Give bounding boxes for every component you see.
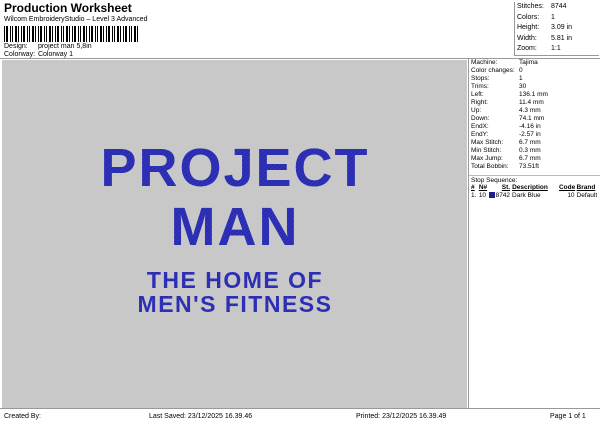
- row-needle: 10: [478, 192, 487, 199]
- design-label: Design:: [4, 43, 28, 50]
- row-stitches: 8742: [495, 192, 511, 199]
- machine-info-value: 4.3 mm: [519, 107, 541, 114]
- stat-value: 1: [551, 13, 555, 21]
- header-description: Description: [512, 184, 548, 191]
- machine-info-label: Stops:: [471, 75, 490, 82]
- machine-info-value: 136.1 mm: [519, 91, 548, 98]
- machine-info-label: Max Stitch:: [471, 139, 504, 146]
- header-needle: N#: [478, 184, 488, 191]
- barcode-image: [4, 26, 138, 42]
- machine-info-value: -2.57 in: [519, 131, 541, 138]
- machine-info-label: Min Stitch:: [471, 147, 502, 154]
- machine-info-row: Max Jump: 6.7 mm: [469, 155, 600, 163]
- machine-info-value: 11.4 mm: [519, 99, 544, 106]
- header-stitches: St.: [501, 184, 511, 191]
- last-saved: Last Saved: 23/12/2025 16.39.46: [149, 413, 253, 420]
- design-text-line-4: MEN'S FITNESS: [138, 291, 333, 317]
- footer-bar: Created By: Last Saved: 23/12/2025 16.39…: [0, 408, 600, 425]
- stat-label: Stitches:: [517, 3, 544, 10]
- machine-info-label: Right:: [471, 99, 488, 106]
- design-text-line-1: PROJECT: [100, 138, 369, 198]
- machine-info-label: Left:: [471, 91, 484, 98]
- machine-info-label: Down:: [471, 115, 490, 122]
- design-stats-panel: Stitches: 8744 Colors: 1 Height: 3.09 in Wi…: [514, 2, 599, 56]
- machine-info-row: EndX: -4.16 in: [469, 123, 600, 131]
- machine-info-value: Tajima: [519, 59, 538, 66]
- machine-info-row: Left: 136.1 mm: [469, 91, 600, 99]
- stats-row: Height: 3.09 in: [515, 23, 599, 34]
- machine-info-value: 73.51ft: [519, 163, 539, 170]
- machine-info-value: 30: [519, 83, 527, 90]
- machine-info-row: EndY: -2.57 in: [469, 131, 600, 139]
- design-preview-canvas[interactable]: PROJECT MAN THE HOME OF MEN'S FITNESS: [2, 60, 467, 408]
- machine-info-row: Up: 4.3 mm: [469, 107, 600, 115]
- machine-info-label: EndX:: [471, 123, 489, 130]
- stat-value: 5.81 in: [551, 34, 573, 42]
- stat-label: Colors:: [517, 13, 540, 21]
- machine-info-value: -4.16 in: [519, 123, 541, 130]
- header-num: #: [471, 184, 475, 191]
- machine-info-label: Trims:: [471, 83, 489, 90]
- stat-label: Height:: [517, 24, 540, 31]
- machine-info-row: Right: 11.4 mm: [469, 99, 600, 107]
- machine-info-label: Max Jump:: [471, 155, 503, 162]
- machine-info-panel: Machine: Tajima Color changes: 0 Stops: 1 Trim…: [468, 59, 600, 408]
- machine-info-row: Color changes: 0: [469, 67, 600, 75]
- row-description: Dark Blue: [512, 192, 541, 199]
- stop-sequence-table: # N# St. Description Code Brand 1. 10 87…: [469, 184, 600, 200]
- machine-info-row: Min Stitch: 0.3 mm: [469, 147, 600, 155]
- machine-info-label: Machine:: [471, 59, 498, 66]
- thread-color-swatch: [488, 192, 495, 199]
- row-code: 10: [567, 192, 575, 199]
- worksheet-title: Production Worksheet: [4, 1, 132, 15]
- stat-value: 1:1: [551, 45, 561, 52]
- stat-label: Zoom:: [517, 45, 537, 52]
- row-stitches-cell: 8742: [488, 192, 512, 200]
- stats-row: Stitches: 8744: [515, 2, 599, 13]
- stat-value: 8744: [551, 3, 567, 10]
- machine-info-value: 1: [519, 75, 523, 82]
- machine-info-row: Machine: Tajima: [469, 59, 600, 67]
- machine-info-value: 74.1 mm: [519, 115, 545, 122]
- design-value: project man 5,8in: [37, 43, 92, 50]
- table-header: # N# St. Description Code Brand: [471, 184, 600, 192]
- machine-info-value: 6.7 mm: [519, 155, 541, 162]
- machine-info-value: 6.7 mm: [519, 139, 541, 146]
- machine-info-label: EndY:: [471, 131, 489, 138]
- machine-info-row: Down: 74.1 mm: [469, 115, 600, 123]
- stat-label: Width:: [517, 34, 537, 42]
- stat-value: 3.09 in: [551, 24, 573, 31]
- embroidery-design: PROJECT MAN THE HOME OF MEN'S FITNESS: [100, 138, 369, 317]
- machine-info-row: Max Stitch: 6.7 mm: [469, 139, 600, 147]
- row-brand: Default: [576, 192, 598, 199]
- stats-row: Zoom: 1:1: [515, 44, 599, 55]
- machine-info-label: Up:: [471, 107, 482, 114]
- design-row: Design: project man 5,8in: [4, 43, 92, 50]
- page-number: Page 1 of 1: [550, 413, 586, 420]
- design-text-line-3: THE HOME OF: [147, 267, 323, 293]
- machine-info-row: Stops: 1: [469, 75, 600, 83]
- machine-info-label: Color changes:: [471, 67, 515, 74]
- header-code: Code: [558, 184, 576, 191]
- table-row: 1. 10 8742 Dark Blue 10 Default: [471, 192, 600, 200]
- machine-info-label: Total Bobbin:: [471, 163, 509, 170]
- machine-info-row: Total Bobbin: 73.51ft: [469, 163, 600, 171]
- machine-info-value: 0: [519, 67, 523, 74]
- design-text-line-2: MAN: [171, 197, 300, 257]
- row-num: 1.: [471, 192, 477, 199]
- stats-row: Width: 5.81 in: [515, 34, 599, 45]
- colorway-row: Colorway: Colorway 1: [4, 51, 73, 58]
- colorway-label: Colorway:: [4, 51, 36, 58]
- machine-info-value: 0.3 mm: [519, 147, 541, 154]
- machine-info-row: Trims: 30: [469, 83, 600, 91]
- created-by: Created By:: [4, 413, 41, 420]
- machine-info-list: Machine: Tajima Color changes: 0 Stops: 1 Trim…: [469, 59, 600, 171]
- colorway-value: Colorway 1: [37, 51, 73, 58]
- printed-date: Printed: 23/12/2025 16.39.49: [356, 413, 447, 420]
- header-brand: Brand: [576, 184, 596, 191]
- stats-row: Colors: 1: [515, 13, 599, 24]
- software-name: Wilcom EmbroideryStudio – Level 3 Advanc…: [4, 16, 148, 23]
- stop-sequence-title: Stop Sequence:: [469, 175, 600, 184]
